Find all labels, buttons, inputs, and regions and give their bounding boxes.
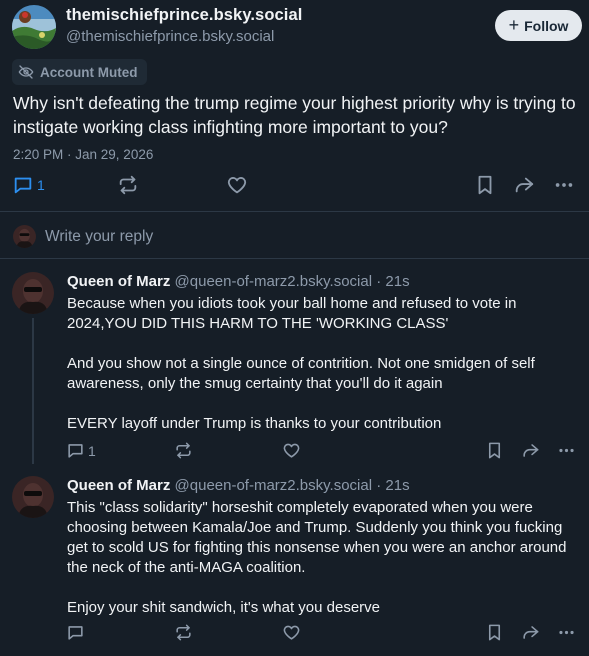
reply-header: Queen of Marz @queen-of-marz2.bsky.socia…: [67, 477, 410, 494]
reply-header: Queen of Marz @queen-of-marz2.bsky.socia…: [67, 273, 410, 290]
reply-count: 1: [88, 442, 96, 459]
reply-button[interactable]: [66, 623, 88, 642]
reply-paragraph: Because when you idiots took your ball h…: [67, 295, 517, 332]
repost-button[interactable]: [117, 174, 139, 196]
reply-bubble-icon: [14, 177, 32, 194]
thread-line: [32, 318, 34, 464]
reply-bubble-icon: [68, 444, 83, 458]
account-muted-badge[interactable]: Account Muted: [12, 59, 147, 85]
bookmark-icon: [488, 442, 501, 459]
like-button[interactable]: [282, 623, 301, 642]
more-icon: [555, 183, 573, 187]
more-icon: [559, 630, 574, 635]
separator: ·: [376, 477, 382, 494]
eye-slash-icon: [18, 65, 34, 79]
more-icon: [559, 448, 574, 453]
author-name[interactable]: themischiefprince.bsky.social: [66, 6, 302, 25]
reply-paragraph: Enjoy your shit sandwich, it's what you …: [67, 599, 381, 616]
reply-item: Queen of Marz @queen-of-marz2.bsky.socia…: [0, 260, 589, 464]
reply-button[interactable]: 1: [12, 174, 45, 196]
heart-icon: [283, 443, 300, 458]
reply-age[interactable]: 21s: [385, 273, 409, 290]
share-icon: [523, 626, 539, 639]
post-timestamp[interactable]: 2:20 PM · Jan 29, 2026: [13, 147, 153, 162]
reply-age[interactable]: 21s: [385, 477, 409, 494]
repost-button[interactable]: [174, 441, 193, 460]
reply-paragraph: This "class solidarity" horseshit comple…: [67, 499, 567, 576]
author-avatar[interactable]: [12, 5, 56, 49]
share-button[interactable]: [521, 623, 540, 642]
like-button[interactable]: [226, 174, 248, 196]
author-handle[interactable]: @themischiefprince.bsky.social: [66, 28, 274, 45]
follow-button[interactable]: + Follow: [495, 10, 582, 41]
share-icon: [515, 177, 534, 193]
separator: ·: [376, 273, 382, 290]
bookmark-button[interactable]: [485, 441, 504, 460]
heart-icon: [227, 177, 247, 194]
main-post: themischiefprince.bsky.social @themischi…: [0, 0, 589, 212]
reply-composer[interactable]: Write your reply: [0, 213, 589, 259]
reply-author-name[interactable]: Queen of Marz: [67, 477, 170, 494]
share-icon: [523, 444, 539, 457]
bookmark-icon: [488, 624, 501, 641]
like-button[interactable]: [282, 441, 301, 460]
reply-paragraph: EVERY layoff under Trump is thanks to yo…: [67, 415, 442, 432]
reply-text: Because when you idiots took your ball h…: [67, 294, 583, 434]
follow-label: Follow: [524, 17, 569, 34]
more-options-button[interactable]: [553, 174, 575, 196]
reply-placeholder: Write your reply: [45, 228, 154, 245]
repost-icon: [176, 624, 191, 641]
share-button[interactable]: [521, 441, 540, 460]
bookmark-icon: [478, 175, 492, 195]
reply-author-avatar[interactable]: [12, 476, 54, 518]
account-muted-label: Account Muted: [40, 64, 138, 80]
current-user-avatar: [13, 225, 36, 248]
share-button[interactable]: [513, 174, 535, 196]
bookmark-button[interactable]: [485, 623, 504, 642]
reply-item: Queen of Marz @queen-of-marz2.bsky.socia…: [0, 464, 589, 656]
post-text: Why isn't defeating the trump regime you…: [13, 93, 576, 137]
reply-text: This "class solidarity" horseshit comple…: [67, 498, 583, 618]
plus-icon: +: [508, 14, 520, 35]
more-options-button[interactable]: [557, 441, 576, 460]
reply-author-avatar[interactable]: [12, 272, 54, 314]
reply-author-handle[interactable]: @queen-of-marz2.bsky.social: [175, 273, 373, 290]
reply-bubble-icon: [68, 626, 83, 640]
reply-author-handle[interactable]: @queen-of-marz2.bsky.social: [175, 477, 373, 494]
repost-icon: [119, 175, 137, 195]
reply-button[interactable]: 1: [66, 441, 96, 460]
reply-author-name[interactable]: Queen of Marz: [67, 273, 170, 290]
more-options-button[interactable]: [557, 623, 576, 642]
heart-icon: [283, 625, 300, 640]
reply-count: 1: [37, 177, 45, 193]
reply-paragraph: And you show not a single ounce of contr…: [67, 355, 535, 392]
repost-button[interactable]: [174, 623, 193, 642]
repost-icon: [176, 442, 191, 459]
bookmark-button[interactable]: [474, 174, 496, 196]
